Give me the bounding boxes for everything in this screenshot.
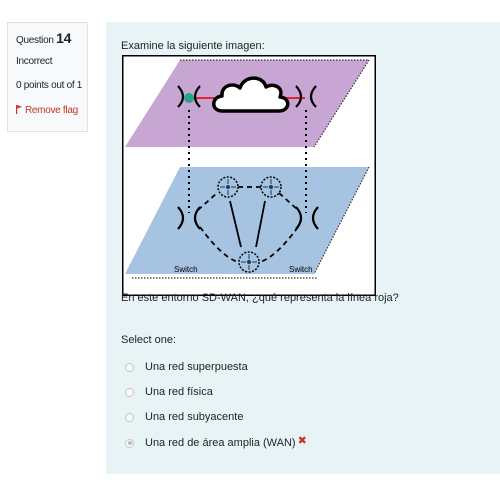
radio-button[interactable] [125, 362, 134, 372]
flag-icon [16, 105, 22, 117]
radio-button[interactable] [125, 387, 134, 397]
answer-option-label: Una red subyacente [145, 411, 244, 423]
switch-label-right: Switch [289, 265, 313, 274]
remove-flag-link[interactable]: Remove flag [16, 105, 87, 117]
radio-button-selected[interactable] [125, 438, 134, 448]
edge-node [184, 93, 194, 103]
router-icon [217, 176, 239, 198]
incorrect-icon: ✖ [297, 434, 307, 447]
answer-option-label: Una red física [145, 386, 213, 398]
answer-option[interactable]: Una red de área amplia (WAN) ✖ [125, 435, 307, 451]
question-number: Question 14 [16, 30, 72, 46]
router-icon [260, 176, 282, 198]
question-info-panel: Question 14 Incorrect 0 points out of 1 … [7, 22, 88, 132]
question-content: Examine la siguiente imagen: Switch Swit… [106, 22, 500, 474]
question-state: Incorrect [16, 56, 53, 67]
radio-button[interactable] [125, 412, 134, 422]
sdwan-diagram-svg: Switch Switch [122, 55, 376, 296]
answer-option-label: Una red de área amplia (WAN) [145, 437, 296, 449]
router-icon [238, 251, 260, 273]
question-prompt: Examine la siguiente imagen: [121, 40, 265, 52]
select-one-label: Select one: [121, 334, 177, 346]
switch-label-left: Switch [174, 265, 198, 274]
answer-option[interactable]: Una red física [125, 384, 213, 400]
sdwan-diagram: Switch Switch [122, 55, 376, 296]
question-text: En este entorno SD-WAN, ¿qué representa … [121, 292, 399, 304]
answer-option[interactable]: Una red superpuesta [125, 359, 248, 375]
answer-option-label: Una red superpuesta [145, 361, 248, 373]
answer-option[interactable]: Una red subyacente [125, 409, 243, 425]
question-grade: 0 points out of 1 [16, 80, 83, 91]
